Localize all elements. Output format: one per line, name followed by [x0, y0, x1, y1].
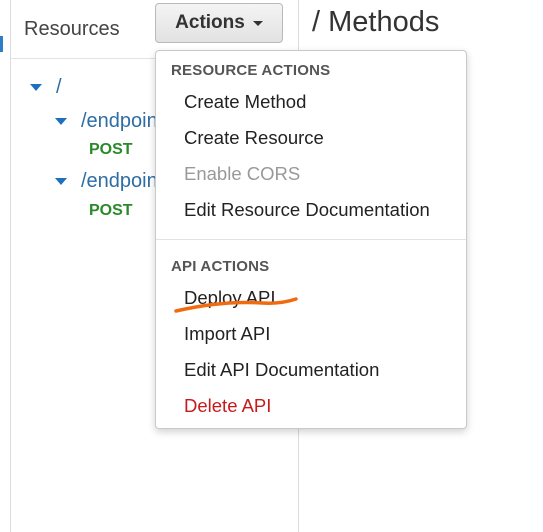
menu-item-edit-api-documentation[interactable]: Edit API Documentation: [184, 359, 379, 381]
actions-dropdown-menu: RESOURCE ACTIONS Create Method Create Re…: [155, 50, 467, 429]
menu-separator: [156, 239, 466, 240]
tree-item-endpoint[interactable]: /endpoin: [55, 110, 158, 133]
expand-triangle-icon[interactable]: [55, 178, 67, 185]
menu-item-deploy-api[interactable]: Deploy API: [184, 287, 276, 309]
menu-item-import-api[interactable]: Import API: [184, 323, 270, 345]
tree-item-label[interactable]: /endpoin: [81, 170, 158, 193]
left-nav-strip: [0, 0, 11, 532]
tree-item-label[interactable]: /: [56, 76, 62, 99]
method-post-label[interactable]: POST: [89, 141, 133, 159]
actions-button-label: Actions: [175, 12, 245, 33]
resources-title: Resources: [24, 18, 120, 40]
resource-actions-header: RESOURCE ACTIONS: [171, 62, 331, 79]
methods-panel-title: / Methods: [312, 6, 440, 38]
api-gateway-resources-page: Resources Actions / Methods / /endpoin P…: [0, 0, 543, 532]
actions-dropdown-button[interactable]: Actions: [155, 3, 283, 43]
tree-item-root[interactable]: /: [30, 76, 62, 99]
menu-item-delete-api[interactable]: Delete API: [184, 395, 271, 417]
caret-down-icon: [252, 20, 263, 26]
menu-item-edit-resource-documentation[interactable]: Edit Resource Documentation: [184, 199, 430, 221]
menu-item-create-resource[interactable]: Create Resource: [184, 127, 324, 149]
method-post-label[interactable]: POST: [89, 202, 133, 220]
api-actions-header: API ACTIONS: [171, 258, 270, 275]
tree-item-endpoint[interactable]: /endpoin: [55, 170, 158, 193]
expand-triangle-icon[interactable]: [55, 118, 67, 125]
tree-item-label[interactable]: /endpoin: [81, 110, 158, 133]
expand-triangle-icon[interactable]: [30, 84, 42, 91]
nav-accent-mark: [0, 36, 3, 52]
menu-item-enable-cors: Enable CORS: [184, 163, 301, 184]
menu-item-create-method[interactable]: Create Method: [184, 91, 306, 113]
